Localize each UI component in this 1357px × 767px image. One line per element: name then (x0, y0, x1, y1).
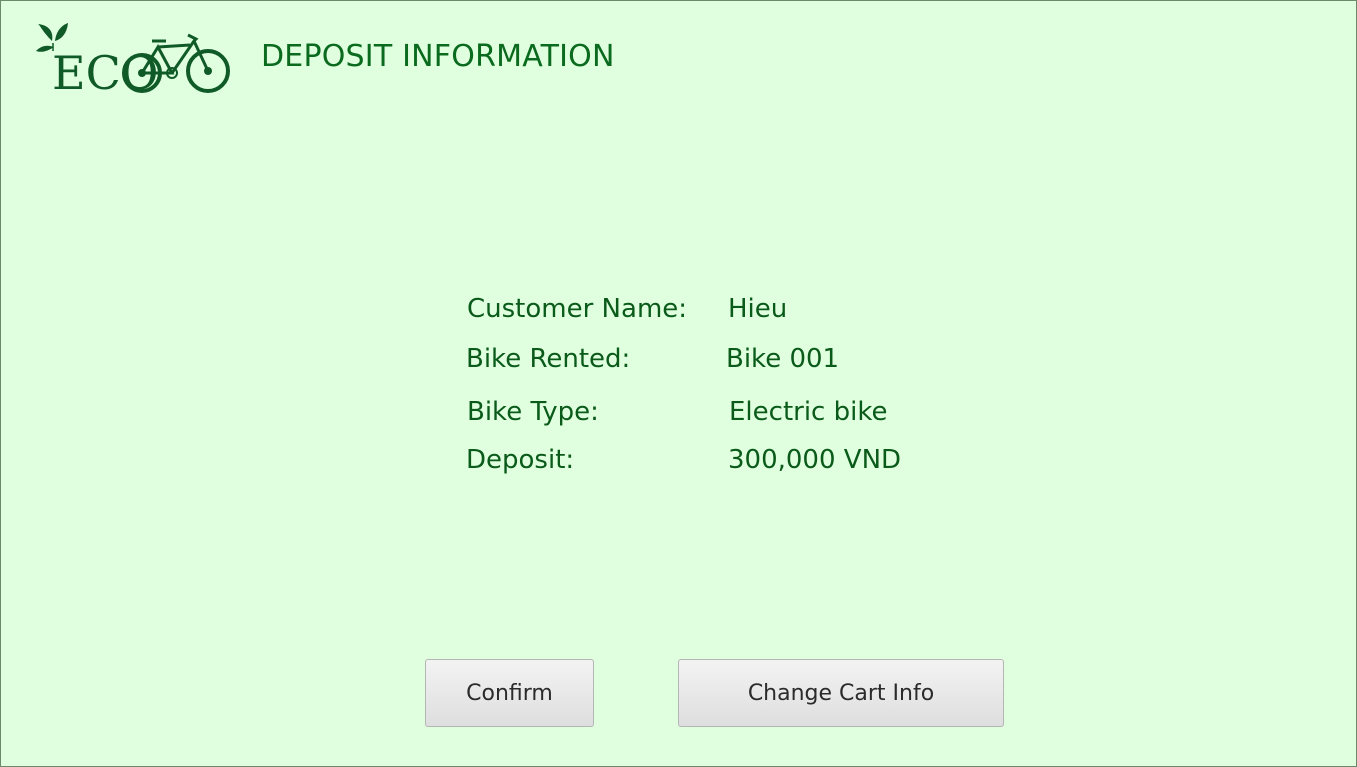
bike-rented-label: Bike Rented: (466, 344, 631, 374)
eco-logo: ECO (36, 23, 230, 93)
confirm-button[interactable]: Confirm (425, 659, 594, 727)
bike-rented-value: Bike 001 (726, 344, 840, 374)
customer-name-label: Customer Name: (467, 294, 688, 324)
deposit-window: ECO DEPOSIT INFORMATION Customer Name: H… (0, 0, 1357, 767)
deposit-label: Deposit: (466, 445, 575, 475)
deposit-value: 300,000 VND (728, 445, 902, 475)
bike-type-value: Electric bike (729, 397, 888, 427)
change-cart-info-button[interactable]: Change Cart Info (678, 659, 1004, 727)
customer-name-value: Hieu (728, 294, 788, 324)
page-title: DEPOSIT INFORMATION (261, 39, 615, 74)
bike-type-label: Bike Type: (467, 397, 599, 427)
